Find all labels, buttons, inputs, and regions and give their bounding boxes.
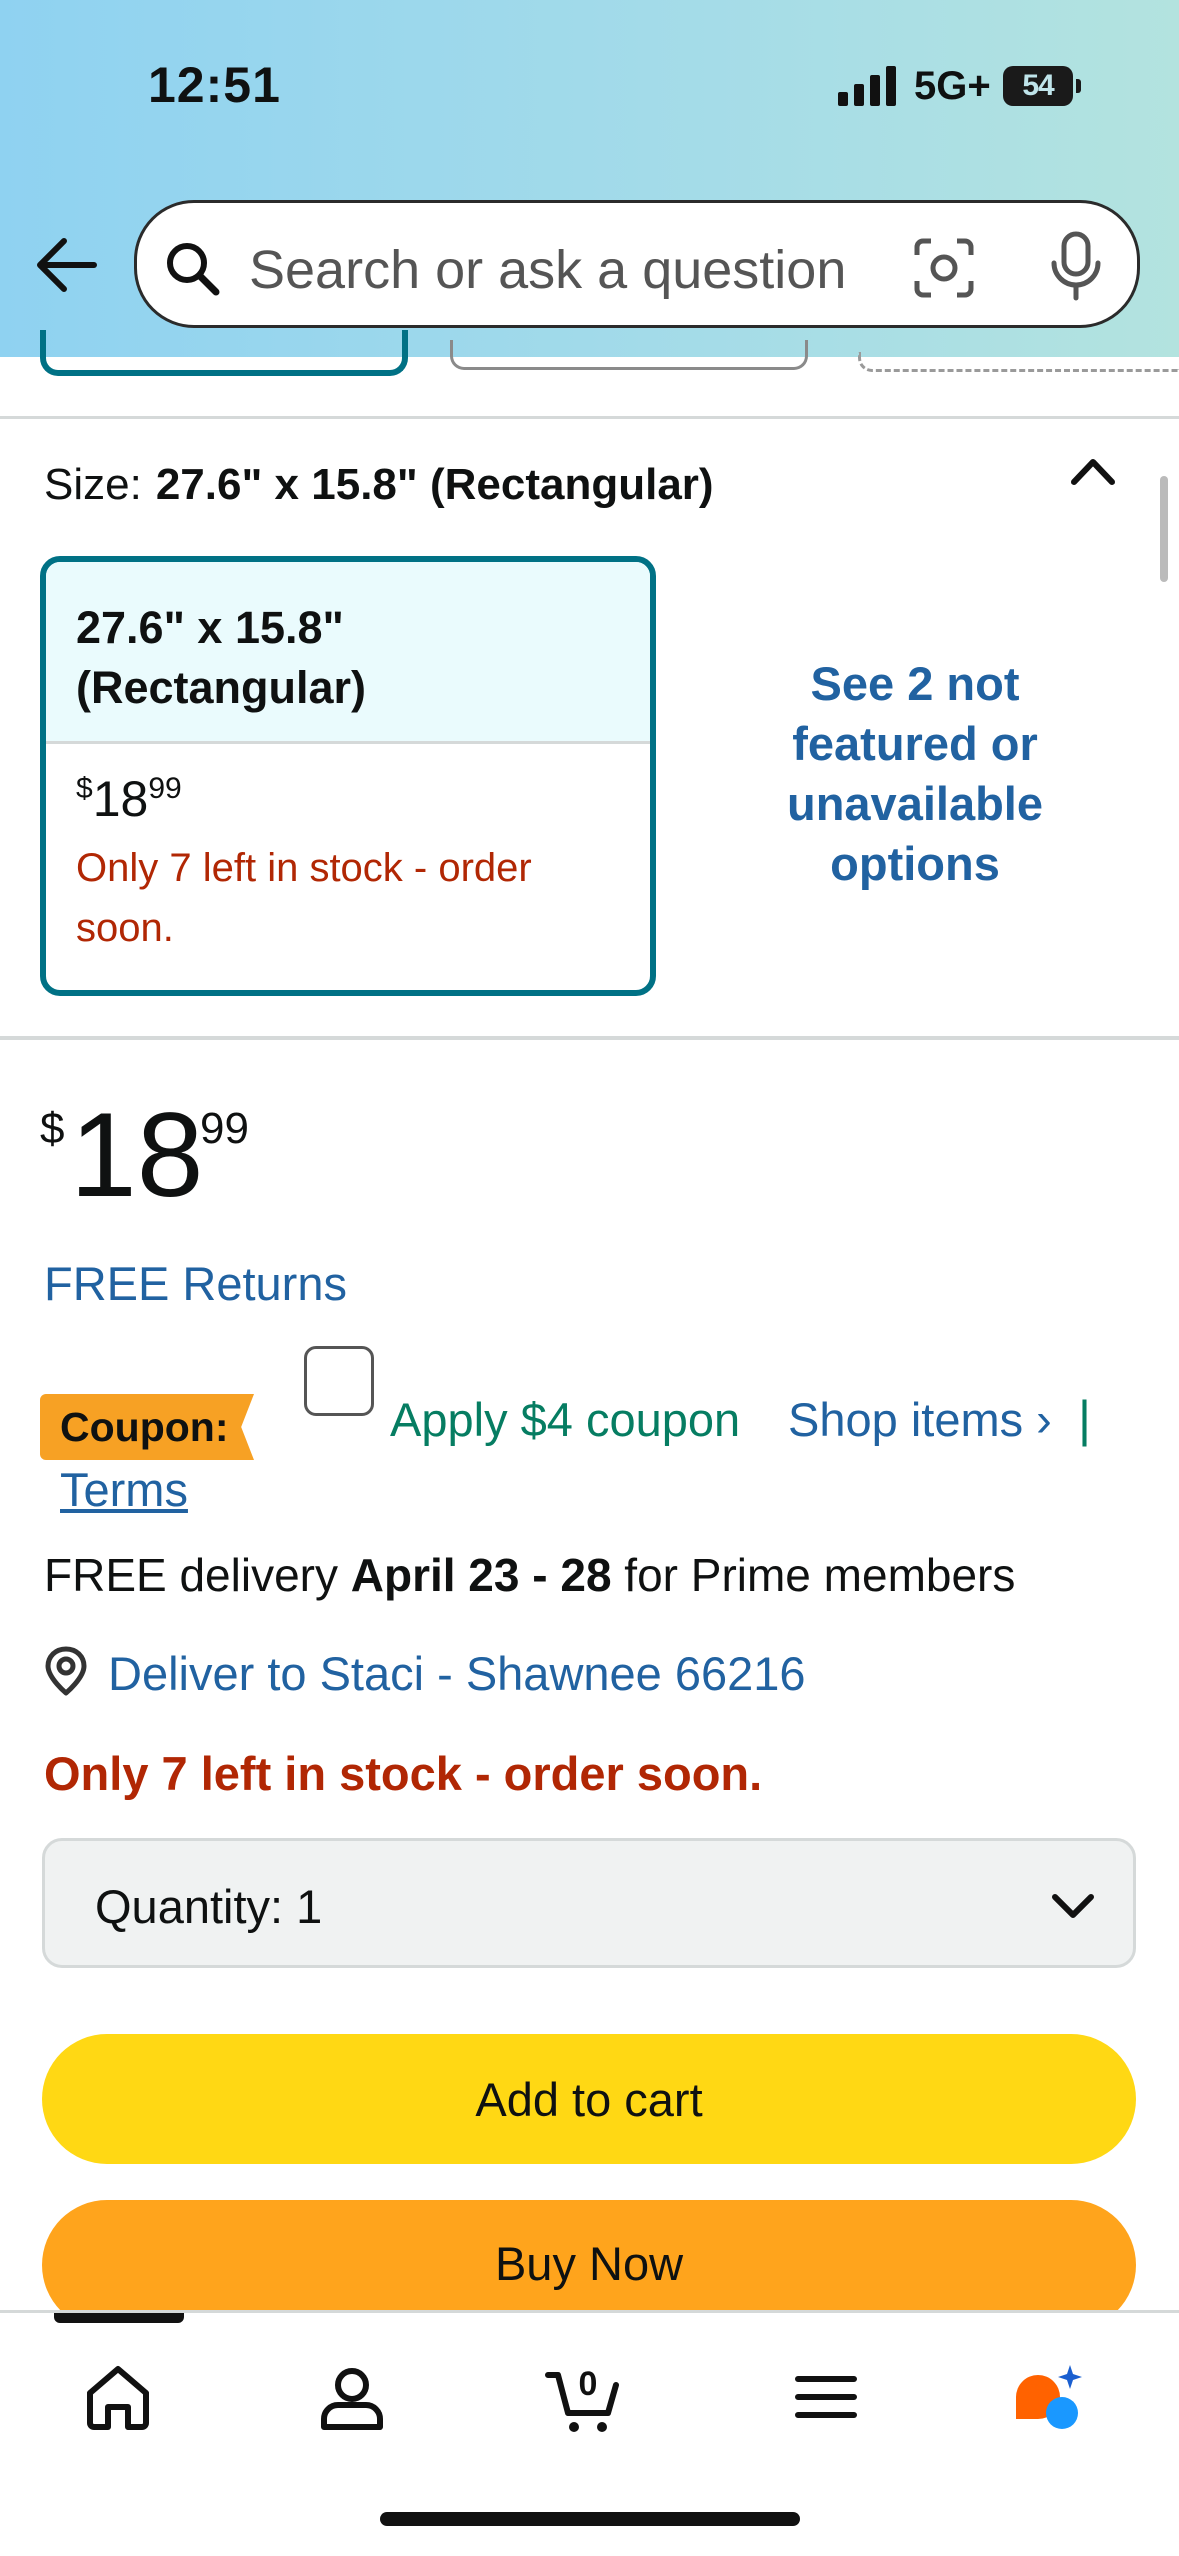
apply-coupon-label[interactable]: Apply $4 coupon <box>390 1392 740 1447</box>
home-icon[interactable] <box>78 2357 158 2437</box>
active-tab-indicator <box>54 2313 184 2323</box>
coupon-terms-link[interactable]: Terms <box>60 1462 188 1517</box>
app-header: 12:51 5G+ 54 Search or ask a question <box>0 0 1179 357</box>
microphone-icon[interactable] <box>1049 231 1103 301</box>
cart-count: 0 <box>579 2365 598 2403</box>
chevron-down-icon <box>1052 1894 1094 1918</box>
style-swatch-selected[interactable] <box>40 330 408 376</box>
signal-icon <box>838 66 896 106</box>
size-label: Size: <box>44 460 142 509</box>
shop-items-link[interactable]: Shop items › <box>788 1392 1052 1447</box>
coupon-separator: | <box>1078 1391 1091 1447</box>
deliver-to-link[interactable]: Deliver to Staci - Shawnee 66216 <box>108 1646 806 1701</box>
coupon-checkbox[interactable] <box>304 1346 374 1416</box>
divider <box>0 1036 1179 1040</box>
size-option-title: 27.6" x 15.8" (Rectangular) <box>46 562 650 744</box>
delivery-info: FREE delivery April 23 - 28 for Prime me… <box>44 1549 1016 1601</box>
add-to-cart-button[interactable]: Add to cart <box>42 2034 1136 2164</box>
size-selected-value: 27.6" x 15.8" (Rectangular) <box>155 460 714 509</box>
menu-icon[interactable] <box>786 2357 866 2437</box>
size-selector-header: Size: 27.6" x 15.8" (Rectangular) <box>44 460 714 510</box>
account-icon[interactable] <box>312 2357 392 2437</box>
stock-status: Only 7 left in stock - order soon. <box>44 1747 763 1800</box>
style-swatch[interactable] <box>450 340 808 370</box>
scrollbar[interactable] <box>1160 476 1168 582</box>
free-returns-link[interactable]: FREE Returns <box>44 1256 347 1311</box>
cart-icon[interactable]: 0 <box>544 2357 624 2437</box>
size-option-price: $1899 <box>76 771 182 827</box>
coupon-badge: Coupon: <box>40 1394 254 1460</box>
rufus-assistant-icon[interactable] <box>1010 2357 1090 2437</box>
home-indicator <box>380 2512 800 2526</box>
camera-lens-icon[interactable] <box>913 237 975 299</box>
quantity-dropdown[interactable]: Quantity: 1 <box>42 1838 1136 1968</box>
chevron-up-icon[interactable] <box>1068 452 1118 492</box>
delivery-dates: April 23 - 28 <box>350 1549 612 1601</box>
see-unavailable-options-link[interactable]: See 2 not featured or unavailable option… <box>740 654 1090 894</box>
search-input[interactable]: Search or ask a question <box>249 239 846 301</box>
style-swatch-unavailable[interactable] <box>858 352 1179 372</box>
size-option-stock: Only 7 left in stock - order soon. <box>76 846 532 950</box>
status-time: 12:51 <box>148 57 281 113</box>
quantity-label: Quantity: 1 <box>95 1880 323 1933</box>
search-icon <box>167 243 220 296</box>
size-option-card[interactable]: 27.6" x 15.8" (Rectangular) $1899 Only 7… <box>40 556 656 996</box>
location-pin-icon <box>45 1646 87 1696</box>
battery-icon: 54 <box>1003 66 1081 106</box>
back-arrow-icon[interactable] <box>32 235 98 295</box>
divider <box>0 416 1179 419</box>
search-bar[interactable]: Search or ask a question <box>134 200 1140 328</box>
network-type: 5G+ <box>914 64 991 108</box>
